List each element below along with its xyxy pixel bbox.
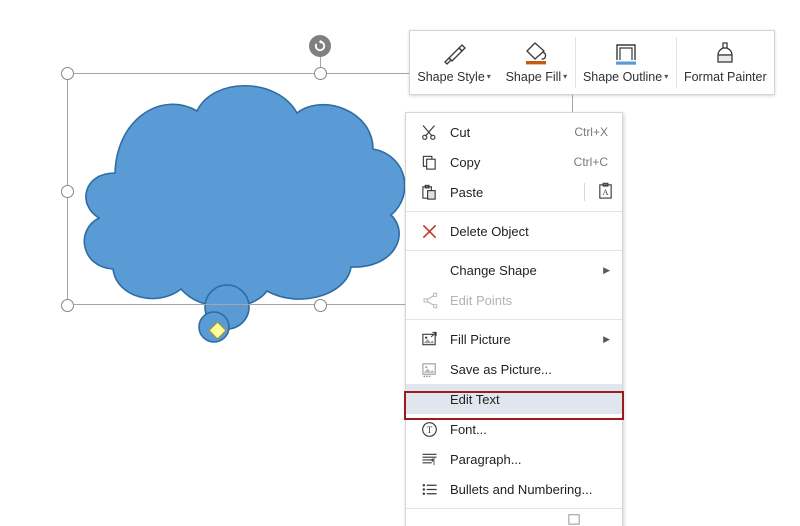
resize-handle-top-left[interactable] — [61, 67, 74, 80]
resize-handle-bottom-left[interactable] — [61, 299, 74, 312]
menu-item-cut-accel: Ctrl+X — [574, 125, 608, 139]
svg-text:T: T — [426, 424, 432, 434]
chevron-down-icon[interactable]: ▾ — [664, 72, 668, 81]
mini-toolbar[interactable]: Shape Style ▾ Shape Fill ▾ Shape Outline… — [409, 30, 775, 95]
menu-item-copy-accel: Ctrl+C — [573, 155, 608, 169]
shape-style-button[interactable]: Shape Style ▾ — [410, 31, 498, 94]
menu-item-delete-object[interactable]: Delete Object — [406, 216, 622, 246]
menu-item-change-shape[interactable]: Change Shape ▶ — [406, 255, 622, 285]
submenu-arrow-icon: ▶ — [603, 264, 610, 275]
menu-item-change-shape-label: Change Shape — [450, 262, 537, 278]
menu-item-partial-clipped[interactable] — [406, 513, 622, 526]
resize-handle-bottom-center[interactable] — [314, 299, 327, 312]
menu-item-cut[interactable]: Cut Ctrl+X — [406, 117, 622, 147]
paint-bucket-icon — [521, 37, 551, 69]
menu-item-copy-label: Copy — [450, 154, 481, 170]
menu-item-edit-points-label: Edit Points — [450, 292, 513, 308]
paste-keep-text-icon[interactable]: A — [597, 182, 614, 203]
shape-style-text: Shape Style — [417, 70, 485, 84]
menu-item-cut-label: Cut — [450, 124, 471, 140]
menu-item-paste[interactable]: Paste A — [406, 177, 622, 207]
bullets-icon — [416, 478, 442, 500]
brush-icon — [439, 37, 469, 69]
delete-x-icon — [416, 220, 442, 242]
shape-fill-text: Shape Fill — [505, 70, 562, 84]
copy-icon — [416, 151, 442, 173]
edit-points-icon — [416, 289, 442, 311]
menu-item-save-as-picture[interactable]: Save as Picture... — [406, 354, 622, 384]
format-painter-icon — [710, 37, 740, 69]
resize-handle-middle-left[interactable] — [61, 185, 74, 198]
shape-fill-button[interactable]: Shape Fill ▾ — [498, 31, 574, 94]
menu-item-font[interactable]: T Font... — [406, 414, 622, 444]
screenshot-root: Shape Style ▾ Shape Fill ▾ Shape Outline… — [0, 0, 800, 526]
menu-item-edit-points: Edit Points — [406, 285, 622, 315]
menu-item-save-as-picture-label: Save as Picture... — [450, 361, 552, 377]
paste-options-group: A — [584, 182, 622, 203]
paste-divider — [584, 183, 585, 201]
context-menu[interactable]: Cut Ctrl+X Copy Ctrl+C Paste A Delete Ob… — [405, 112, 623, 526]
menu-item-paragraph-label: Paragraph... — [450, 451, 522, 467]
menu-item-copy[interactable]: Copy Ctrl+C — [406, 147, 622, 177]
menu-item-delete-object-label: Delete Object — [450, 223, 529, 239]
paste-icon — [416, 181, 442, 203]
menu-item-fill-picture[interactable]: Fill Picture ▶ — [406, 324, 622, 354]
menu-item-bullets-and-numbering[interactable]: Bullets and Numbering... — [406, 474, 622, 504]
shape-outline-button[interactable]: Shape Outline ▾ — [576, 31, 676, 94]
outline-rect-icon — [611, 37, 641, 69]
shape-style-label: Shape Style ▾ — [417, 70, 490, 84]
paragraph-icon: ¶ — [416, 448, 442, 470]
submenu-arrow-icon-2: ▶ — [603, 333, 610, 344]
menu-separator-4 — [406, 508, 622, 509]
menu-item-edit-text[interactable]: Edit Text — [406, 384, 622, 414]
fill-picture-icon — [416, 328, 442, 350]
cloud-body — [83, 84, 406, 308]
menu-item-bullets-and-numbering-label: Bullets and Numbering... — [450, 481, 593, 497]
resize-handle-top-center[interactable] — [314, 67, 327, 80]
save-picture-icon — [416, 358, 442, 380]
menu-item-paste-label: Paste — [450, 184, 484, 200]
svg-text:¶: ¶ — [431, 456, 435, 466]
shape-fill-label: Shape Fill ▾ — [506, 70, 568, 84]
font-circle-t-icon: T — [416, 418, 442, 440]
shape-outline-text: Shape Outline — [582, 70, 663, 84]
menu-separator-2 — [406, 250, 622, 251]
menu-item-fill-picture-label: Fill Picture — [450, 331, 511, 347]
edit-text-icon-placeholder — [416, 388, 442, 410]
clipped-icon — [568, 514, 580, 525]
menu-item-font-label: Font... — [450, 421, 487, 437]
format-painter-label: Format Painter — [683, 70, 767, 84]
svg-text:A: A — [602, 187, 609, 197]
chevron-down-icon[interactable]: ▾ — [563, 72, 567, 81]
cloud-shape[interactable] — [55, 55, 435, 355]
menu-item-paragraph[interactable]: ¶ Paragraph... — [406, 444, 622, 474]
change-shape-icon-placeholder — [416, 259, 442, 281]
scissors-icon — [416, 121, 442, 143]
menu-separator-3 — [406, 319, 622, 320]
format-painter-button[interactable]: Format Painter — [677, 31, 774, 94]
chevron-down-icon[interactable]: ▾ — [487, 72, 491, 81]
rotate-icon[interactable] — [309, 35, 331, 57]
shape-outline-label: Shape Outline ▾ — [583, 70, 668, 84]
menu-separator-1 — [406, 211, 622, 212]
menu-item-edit-text-label: Edit Text — [450, 391, 500, 407]
